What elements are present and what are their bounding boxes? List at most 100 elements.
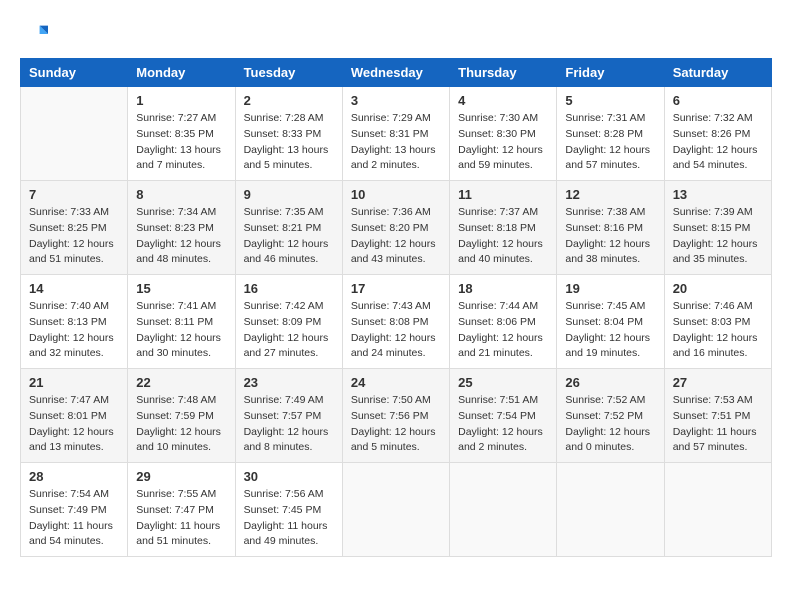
day-info: Sunrise: 7:36 AM Sunset: 8:20 PM Dayligh…: [351, 205, 441, 268]
day-info: Sunrise: 7:46 AM Sunset: 8:03 PM Dayligh…: [673, 299, 763, 362]
calendar-cell: 3Sunrise: 7:29 AM Sunset: 8:31 PM Daylig…: [342, 87, 449, 181]
calendar-cell: [664, 463, 771, 557]
calendar-cell: 2 Sunrise: 7:28 AM Sunset: 8:33 PM Daylig…: [235, 87, 342, 181]
calendar-cell: 21Sunrise: 7:47 AM Sunset: 8:01 PM Dayli…: [21, 369, 128, 463]
weekday-header-thursday: Thursday: [450, 59, 557, 87]
calendar-cell: 28 Sunrise: 7:54 AM Sunset: 7:49 PM Dayli…: [21, 463, 128, 557]
day-info: Sunrise: 7:38 AM Sunset: 8:16 PM Dayligh…: [565, 205, 655, 268]
calendar-cell: 22 Sunrise: 7:48 AM Sunset: 7:59 PM Dayli…: [128, 369, 235, 463]
day-number: 16: [244, 281, 334, 296]
day-number: 6: [673, 93, 763, 108]
day-number: 28: [29, 469, 119, 484]
day-info: Sunrise: 7:32 AM Sunset: 8:26 PM Dayligh…: [673, 111, 763, 174]
day-number: 5: [565, 93, 655, 108]
day-info: Sunrise: 7:44 AM Sunset: 8:06 PM Dayligh…: [458, 299, 548, 362]
calendar-cell: 4 Sunrise: 7:30 AM Sunset: 8:30 PM Daylig…: [450, 87, 557, 181]
calendar-cell: 11 Sunrise: 7:37 AM Sunset: 8:18 PM Dayli…: [450, 181, 557, 275]
weekday-header-row: SundayMondayTuesdayWednesdayThursdayFrid…: [21, 59, 772, 87]
day-number: 27: [673, 375, 763, 390]
day-info: Sunrise: 7:52 AM Sunset: 7:52 PM Dayligh…: [565, 393, 655, 456]
calendar-cell: 6 Sunrise: 7:32 AM Sunset: 8:26 PM Daylig…: [664, 87, 771, 181]
day-number: 24: [351, 375, 441, 390]
weekday-header-sunday: Sunday: [21, 59, 128, 87]
calendar-cell: 17 Sunrise: 7:43 AM Sunset: 8:08 PM Dayli…: [342, 275, 449, 369]
day-number: 11: [458, 187, 548, 202]
logo: [20, 20, 52, 48]
calendar-cell: 26 Sunrise: 7:52 AM Sunset: 7:52 PM Dayli…: [557, 369, 664, 463]
calendar-cell: 1 Sunrise: 7:27 AM Sunset: 8:35 PM Daylig…: [128, 87, 235, 181]
day-number: 4: [458, 93, 548, 108]
day-number: 22: [136, 375, 226, 390]
day-number: 2: [244, 93, 334, 108]
calendar-cell: 20 Sunrise: 7:46 AM Sunset: 8:03 PM Dayli…: [664, 275, 771, 369]
day-info: Sunrise: 7:40 AM Sunset: 8:13 PM Dayligh…: [29, 299, 119, 362]
calendar-cell: 12 Sunrise: 7:38 AM Sunset: 8:16 PM Dayli…: [557, 181, 664, 275]
day-number: 14: [29, 281, 119, 296]
day-number: 23: [244, 375, 334, 390]
calendar-cell: 9Sunrise: 7:35 AM Sunset: 8:21 PM Daylig…: [235, 181, 342, 275]
calendar-cell: 14 Sunrise: 7:40 AM Sunset: 8:13 PM Dayli…: [21, 275, 128, 369]
day-number: 8: [136, 187, 226, 202]
day-info: Sunrise: 7:53 AM Sunset: 7:51 PM Dayligh…: [673, 393, 763, 456]
calendar-cell: 30Sunrise: 7:56 AM Sunset: 7:45 PM Dayli…: [235, 463, 342, 557]
day-info: Sunrise: 7:28 AM Sunset: 8:33 PM Dayligh…: [244, 111, 334, 174]
week-row-4: 21Sunrise: 7:47 AM Sunset: 8:01 PM Dayli…: [21, 369, 772, 463]
day-info: Sunrise: 7:45 AM Sunset: 8:04 PM Dayligh…: [565, 299, 655, 362]
day-info: Sunrise: 7:35 AM Sunset: 8:21 PM Dayligh…: [244, 205, 334, 268]
day-number: 13: [673, 187, 763, 202]
day-info: Sunrise: 7:47 AM Sunset: 8:01 PM Dayligh…: [29, 393, 119, 456]
calendar-cell: [342, 463, 449, 557]
day-number: 25: [458, 375, 548, 390]
day-number: 15: [136, 281, 226, 296]
weekday-header-saturday: Saturday: [664, 59, 771, 87]
day-info: Sunrise: 7:34 AM Sunset: 8:23 PM Dayligh…: [136, 205, 226, 268]
calendar-cell: [557, 463, 664, 557]
calendar-table: SundayMondayTuesdayWednesdayThursdayFrid…: [20, 58, 772, 557]
day-info: Sunrise: 7:41 AM Sunset: 8:11 PM Dayligh…: [136, 299, 226, 362]
calendar-cell: 7 Sunrise: 7:33 AM Sunset: 8:25 PM Daylig…: [21, 181, 128, 275]
day-info: Sunrise: 7:30 AM Sunset: 8:30 PM Dayligh…: [458, 111, 548, 174]
day-number: 26: [565, 375, 655, 390]
calendar-cell: 5Sunrise: 7:31 AM Sunset: 8:28 PM Daylig…: [557, 87, 664, 181]
weekday-header-monday: Monday: [128, 59, 235, 87]
weekday-header-wednesday: Wednesday: [342, 59, 449, 87]
calendar-cell: [450, 463, 557, 557]
day-number: 30: [244, 469, 334, 484]
logo-icon: [20, 20, 48, 48]
week-row-2: 7 Sunrise: 7:33 AM Sunset: 8:25 PM Daylig…: [21, 181, 772, 275]
day-info: Sunrise: 7:49 AM Sunset: 7:57 PM Dayligh…: [244, 393, 334, 456]
week-row-5: 28 Sunrise: 7:54 AM Sunset: 7:49 PM Dayli…: [21, 463, 772, 557]
day-info: Sunrise: 7:37 AM Sunset: 8:18 PM Dayligh…: [458, 205, 548, 268]
calendar-cell: 10 Sunrise: 7:36 AM Sunset: 8:20 PM Dayli…: [342, 181, 449, 275]
day-number: 1: [136, 93, 226, 108]
day-number: 18: [458, 281, 548, 296]
weekday-header-friday: Friday: [557, 59, 664, 87]
calendar-cell: 29Sunrise: 7:55 AM Sunset: 7:47 PM Dayli…: [128, 463, 235, 557]
day-number: 10: [351, 187, 441, 202]
calendar-cell: 25 Sunrise: 7:51 AM Sunset: 7:54 PM Dayli…: [450, 369, 557, 463]
day-number: 17: [351, 281, 441, 296]
day-info: Sunrise: 7:55 AM Sunset: 7:47 PM Dayligh…: [136, 487, 226, 550]
day-number: 7: [29, 187, 119, 202]
day-number: 20: [673, 281, 763, 296]
day-info: Sunrise: 7:43 AM Sunset: 8:08 PM Dayligh…: [351, 299, 441, 362]
day-info: Sunrise: 7:39 AM Sunset: 8:15 PM Dayligh…: [673, 205, 763, 268]
week-row-3: 14 Sunrise: 7:40 AM Sunset: 8:13 PM Dayli…: [21, 275, 772, 369]
day-number: 19: [565, 281, 655, 296]
day-info: Sunrise: 7:54 AM Sunset: 7:49 PM Dayligh…: [29, 487, 119, 550]
day-info: Sunrise: 7:48 AM Sunset: 7:59 PM Dayligh…: [136, 393, 226, 456]
day-info: Sunrise: 7:27 AM Sunset: 8:35 PM Dayligh…: [136, 111, 226, 174]
calendar-cell: 18 Sunrise: 7:44 AM Sunset: 8:06 PM Dayli…: [450, 275, 557, 369]
day-info: Sunrise: 7:51 AM Sunset: 7:54 PM Dayligh…: [458, 393, 548, 456]
calendar-cell: [21, 87, 128, 181]
calendar-cell: 13 Sunrise: 7:39 AM Sunset: 8:15 PM Dayli…: [664, 181, 771, 275]
day-number: 12: [565, 187, 655, 202]
day-info: Sunrise: 7:50 AM Sunset: 7:56 PM Dayligh…: [351, 393, 441, 456]
calendar-cell: 8 Sunrise: 7:34 AM Sunset: 8:23 PM Daylig…: [128, 181, 235, 275]
calendar-cell: 19 Sunrise: 7:45 AM Sunset: 8:04 PM Dayli…: [557, 275, 664, 369]
day-number: 3: [351, 93, 441, 108]
calendar-cell: 27 Sunrise: 7:53 AM Sunset: 7:51 PM Dayli…: [664, 369, 771, 463]
week-row-1: 1 Sunrise: 7:27 AM Sunset: 8:35 PM Daylig…: [21, 87, 772, 181]
day-info: Sunrise: 7:33 AM Sunset: 8:25 PM Dayligh…: [29, 205, 119, 268]
calendar-cell: 24 Sunrise: 7:50 AM Sunset: 7:56 PM Dayli…: [342, 369, 449, 463]
